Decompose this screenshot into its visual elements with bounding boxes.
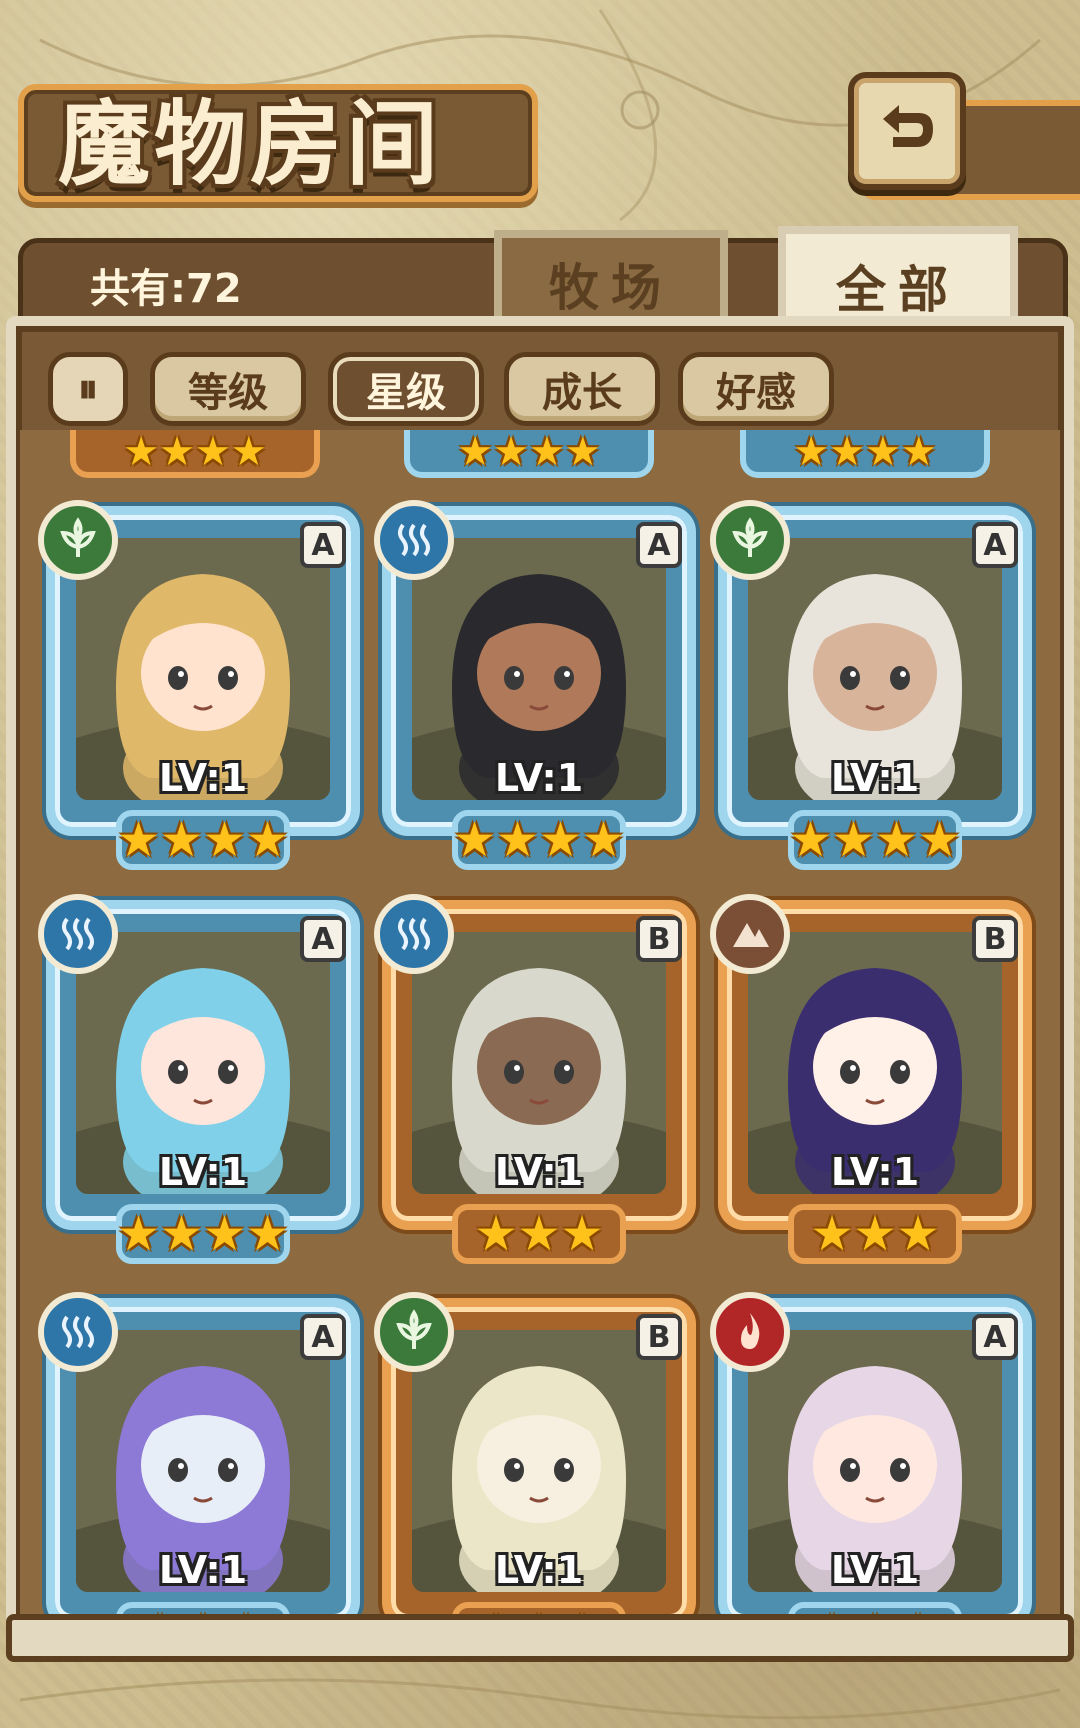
rank-badge: A [300, 522, 346, 568]
sort-icon: ⏸ [78, 366, 98, 412]
earth-element-icon [710, 894, 790, 974]
star-rating: ★★★★ [452, 812, 626, 868]
star-rating: ★★★ [474, 1206, 604, 1262]
filter-star-button[interactable]: 星级 [328, 352, 484, 426]
star-bar: ★★★ [452, 1204, 626, 1264]
level-label: LV:1 [158, 1548, 248, 1592]
monster-count: 共有:72 [90, 266, 242, 312]
rank-badge: B [636, 1314, 682, 1360]
monster-card[interactable]: B LV:1 ★★★ [374, 894, 696, 1280]
monster-card[interactable]: A LV:1 ★★★★ [374, 500, 696, 886]
water-element-icon [38, 894, 118, 974]
rank-badge: B [636, 916, 682, 962]
monster-card[interactable]: A LV:1 ★★★★ [710, 500, 1032, 886]
star-bar: ★★★ [788, 1204, 962, 1264]
level-label: LV:1 [494, 1548, 584, 1592]
level-label: LV:1 [158, 756, 248, 800]
level-label: LV:1 [158, 1150, 248, 1194]
level-label: LV:1 [830, 1150, 920, 1194]
rank-badge: A [300, 1314, 346, 1360]
star-bar: ★★★★ [788, 810, 962, 870]
back-button[interactable] [848, 72, 966, 190]
star-rating: ★★★★ [788, 812, 962, 868]
level-label: LV:1 [494, 1150, 584, 1194]
filter-growth-button[interactable]: 成长 [504, 352, 660, 426]
monster-card[interactable]: B LV:1 ★★★ [710, 894, 1032, 1280]
level-label: LV:1 [830, 756, 920, 800]
star-bar: ★★★★ [452, 810, 626, 870]
water-element-icon [374, 500, 454, 580]
monster-card[interactable]: A LV:1 ★★★★ [38, 894, 360, 1280]
partial-card-star-bar: ★★★★ [404, 430, 654, 478]
star-rating: ★★★★ [116, 1206, 290, 1262]
level-label: LV:1 [830, 1548, 920, 1592]
star-rating: ★★★★ [116, 812, 290, 868]
fire-element-icon [710, 1292, 790, 1372]
return-icon [869, 91, 945, 171]
bottom-rail [6, 1614, 1074, 1662]
leaf-element-icon [374, 1292, 454, 1372]
star-bar: ★★★★ [116, 810, 290, 870]
rank-badge: A [972, 1314, 1018, 1360]
level-label: LV:1 [494, 756, 584, 800]
partial-card-star-bar: ★★★★ [740, 430, 990, 478]
water-element-icon [374, 894, 454, 974]
leaf-element-icon [38, 500, 118, 580]
rank-badge: A [636, 522, 682, 568]
filter-affection-button[interactable]: 好感 [678, 352, 834, 426]
star-rating: ★★★★ [793, 430, 937, 475]
star-rating: ★★★ [810, 1206, 940, 1262]
rank-badge: A [300, 916, 346, 962]
sort-order-button[interactable]: ⏸ [48, 352, 128, 426]
star-rating: ★★★★ [457, 430, 601, 475]
star-bar: ★★★★ [116, 1204, 290, 1264]
rank-badge: A [972, 522, 1018, 568]
star-rating: ★★★★ [123, 430, 267, 475]
page-title: 魔物房间 [58, 90, 443, 198]
tab-ranch[interactable]: 牧场 [494, 230, 728, 330]
rank-badge: B [972, 916, 1018, 962]
leaf-element-icon [710, 500, 790, 580]
water-element-icon [38, 1292, 118, 1372]
partial-card-star-bar: ★★★★ [70, 430, 320, 478]
filter-level-button[interactable]: 等级 [150, 352, 306, 426]
monster-card[interactable]: A LV:1 ★★★★ [38, 500, 360, 886]
